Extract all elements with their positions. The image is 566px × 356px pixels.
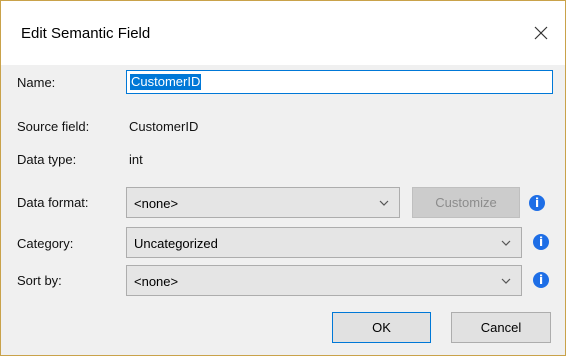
title-bar: Edit Semantic Field: [1, 1, 565, 65]
edit-semantic-field-dialog: Edit Semantic Field Name: CustomerID Sou…: [0, 0, 566, 356]
data-type-value: int: [129, 152, 143, 167]
sort-by-label: Sort by:: [17, 273, 62, 288]
ok-button[interactable]: OK: [332, 312, 431, 343]
dialog-title: Edit Semantic Field: [21, 25, 151, 42]
category-info-icon[interactable]: i: [533, 234, 549, 250]
data-format-label: Data format:: [17, 195, 89, 210]
sort-by-info-icon[interactable]: i: [533, 272, 549, 288]
data-format-dropdown[interactable]: <none>: [126, 187, 400, 218]
close-button[interactable]: [525, 17, 557, 49]
name-input[interactable]: CustomerID: [126, 70, 553, 94]
close-icon: [534, 26, 548, 40]
sort-by-selected: <none>: [134, 274, 179, 289]
data-format-info-icon[interactable]: i: [529, 195, 545, 211]
chevron-down-icon: [379, 200, 389, 206]
data-format-selected: <none>: [134, 196, 179, 211]
name-label: Name:: [17, 75, 56, 90]
sort-by-dropdown[interactable]: <none>: [126, 265, 522, 296]
customize-button[interactable]: Customize: [412, 187, 520, 218]
source-field-label: Source field:: [17, 119, 90, 134]
chevron-down-icon: [501, 278, 511, 284]
category-selected: Uncategorized: [134, 236, 218, 251]
chevron-down-icon: [501, 240, 511, 246]
category-label: Category:: [17, 236, 74, 251]
cancel-button[interactable]: Cancel: [451, 312, 551, 343]
category-dropdown[interactable]: Uncategorized: [126, 227, 522, 258]
source-field-value: CustomerID: [129, 119, 199, 134]
data-type-label: Data type:: [17, 152, 77, 167]
name-input-selected-text: CustomerID: [130, 74, 202, 90]
